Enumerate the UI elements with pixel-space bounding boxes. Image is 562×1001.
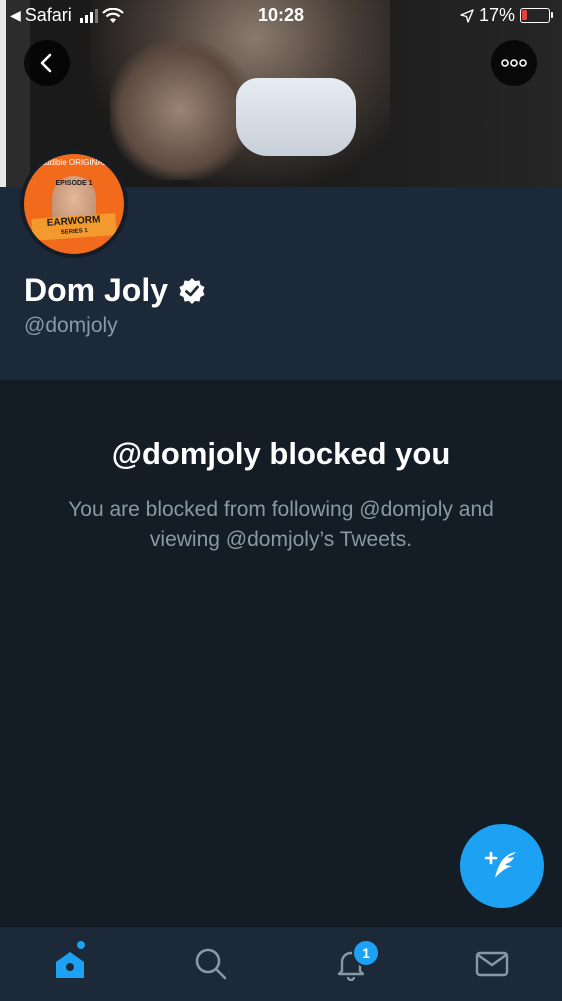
profile-handle: @domjoly	[24, 314, 118, 337]
more-button[interactable]	[491, 40, 537, 86]
tab-bar: 1	[0, 926, 562, 1001]
compose-tweet-icon	[484, 851, 516, 878]
home-icon	[56, 952, 84, 978]
banner-hand	[110, 40, 250, 180]
avatar-image: audible ORIGINAL EPISODE 1 EARWORM SERIE…	[24, 154, 124, 254]
battery-icon	[520, 8, 553, 23]
status-bar: ◀ Safari 10:28 17%	[0, 0, 562, 32]
compose-tweet-button[interactable]	[460, 824, 544, 908]
avatar-episode: EPISODE 1	[55, 180, 93, 187]
back-button[interactable]	[24, 40, 70, 86]
home-new-dot	[77, 941, 85, 949]
avatar-brand: audible ORIGINAL	[40, 158, 108, 167]
avatar[interactable]: audible ORIGINAL EPISODE 1 EARWORM SERIE…	[20, 150, 128, 258]
banner-face-mask	[236, 78, 356, 156]
verified-badge-icon	[179, 277, 205, 304]
display-name: Dom Joly	[24, 272, 169, 308]
notifications-badge: 1	[352, 939, 380, 967]
tab-home[interactable]	[45, 941, 95, 987]
tab-notifications[interactable]: 1	[326, 939, 380, 987]
search-icon	[195, 948, 227, 980]
more-icon	[501, 59, 527, 67]
avatar-tape: EARWORM SERIES 1	[31, 213, 117, 241]
chevron-left-icon	[40, 53, 52, 73]
display-name-row: Dom Joly	[24, 272, 206, 309]
mail-icon	[475, 951, 509, 977]
status-right: 17%	[460, 5, 553, 26]
location-icon	[460, 8, 474, 23]
blocked-title: @domjoly blocked you	[111, 436, 451, 471]
tab-search[interactable]	[186, 941, 236, 987]
blocked-message: You are blocked from following @domjoly …	[68, 498, 494, 551]
tab-messages[interactable]	[467, 941, 517, 987]
battery-percent: 17%	[478, 5, 515, 25]
